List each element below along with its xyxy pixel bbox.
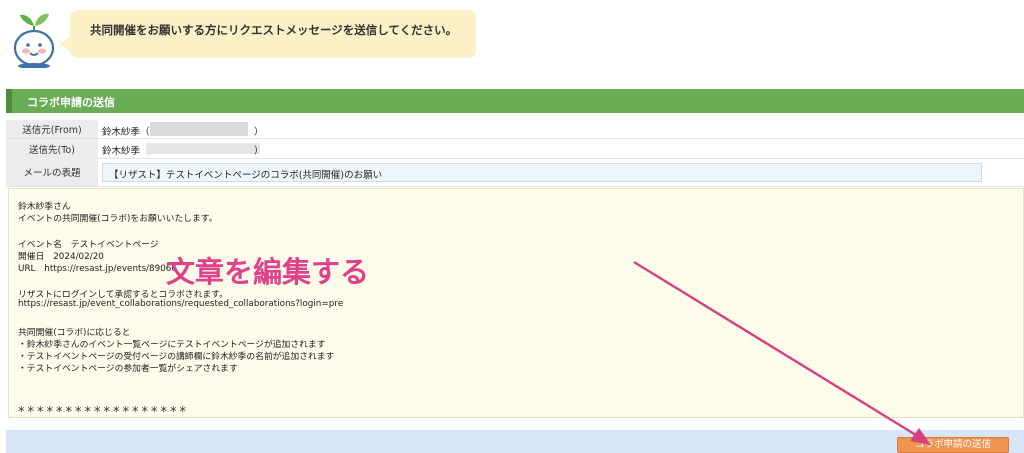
annotation-arrow	[633, 260, 931, 445]
